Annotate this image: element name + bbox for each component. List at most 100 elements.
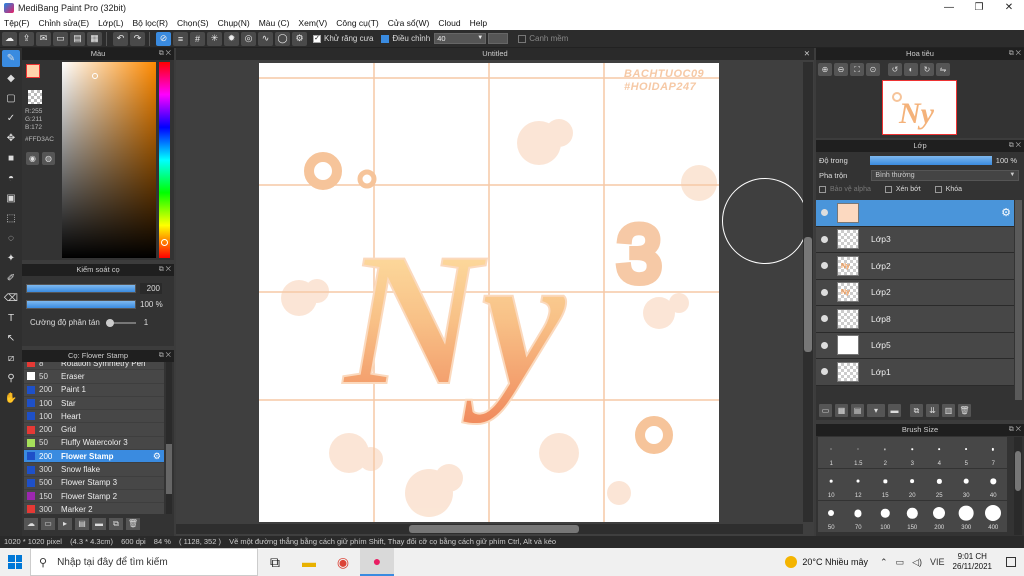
radial-snap-icon[interactable]: ✹ <box>224 31 239 46</box>
layer-list-scrollbar[interactable] <box>1015 200 1022 400</box>
taskbar-search[interactable]: ⚲ Nhập tại đây để tìm kiếm <box>30 548 258 576</box>
scatter-slider-handle[interactable] <box>105 318 114 327</box>
color-wheel-icon[interactable]: ◍ <box>42 152 55 165</box>
brush-size-preset[interactable]: 100 <box>872 501 899 532</box>
layer-row[interactable]: Lớp1 <box>816 359 1014 386</box>
new-halftone-layer-icon[interactable]: ▦ <box>835 404 848 417</box>
brush-list-item[interactable]: 300 Snow flake <box>24 463 164 477</box>
share-icon[interactable]: ⇪ <box>19 31 34 46</box>
layer-row[interactable]: Lớp5 <box>816 332 1014 359</box>
brush-list-scrollbar[interactable] <box>166 362 172 514</box>
fill-shape-tool-icon[interactable]: ■ <box>2 150 20 167</box>
selection-tool-icon[interactable]: ⬚ <box>2 210 20 227</box>
gear-icon[interactable]: ⚙ <box>1001 206 1011 219</box>
eyedropper-tool-icon[interactable]: ⚲ <box>2 370 20 387</box>
dot-tool-icon[interactable]: ✓ <box>2 110 20 127</box>
settings-icon[interactable]: ⚙ <box>292 31 307 46</box>
rotate-left-icon[interactable]: ↺ <box>888 63 902 76</box>
scrollbar-thumb[interactable] <box>409 525 579 533</box>
notification-icon[interactable] <box>1006 557 1016 567</box>
actual-size-icon[interactable]: ⊙ <box>866 63 880 76</box>
brush-size-preset[interactable]: 15 <box>872 469 899 500</box>
brush-size-preset[interactable]: 150 <box>899 501 926 532</box>
color-picker-cursor[interactable] <box>92 73 98 79</box>
menu-help[interactable]: Help <box>470 18 487 28</box>
layer-row[interactable]: Lớp8 <box>816 306 1014 333</box>
menu-file[interactable]: Tệp(F) <box>4 18 30 28</box>
layer-row[interactable]: Ny Lớp2 <box>816 253 1014 280</box>
file-explorer-icon[interactable]: ▬ <box>292 548 326 576</box>
panel-options-icon[interactable]: ⧉ ✕ <box>1009 48 1021 60</box>
brush-size-preset[interactable]: 10 <box>818 469 845 500</box>
layer-row[interactable]: Lớp3 <box>816 226 1014 253</box>
vanishing-point-icon[interactable]: ✳ <box>207 31 222 46</box>
delete-layer-icon[interactable]: 🗑 <box>958 404 971 417</box>
rotate-right-icon[interactable]: ↻ <box>920 63 934 76</box>
menu-tools[interactable]: Công cụ(T) <box>336 18 379 28</box>
cloud-icon[interactable]: ☁ <box>2 31 17 46</box>
hand-tool-icon[interactable]: ✋ <box>2 390 20 407</box>
menu-view[interactable]: Xem(V) <box>298 18 327 28</box>
brush-size-scrollbar[interactable] <box>1014 437 1022 535</box>
saturation-value-picker[interactable] <box>62 62 156 258</box>
brush-list-item[interactable]: 150 Flower Stamp 2 <box>24 489 164 504</box>
select-eraser-tool-icon[interactable]: ⌫ <box>2 290 20 307</box>
network-icon[interactable]: ▭ <box>896 557 905 568</box>
bucket-tool-icon[interactable]: ◓ <box>2 170 20 187</box>
brush-size-preset[interactable]: 30 <box>953 469 980 500</box>
protect-alpha-checkbox[interactable]: Bảo vệ alpha <box>819 186 871 193</box>
weather-widget[interactable]: 20°C Nhiều mây <box>785 556 868 568</box>
new-layer-icon[interactable]: ▭ <box>819 404 832 417</box>
brush-size-preset[interactable]: 40 <box>980 469 1007 500</box>
brush-size-slider[interactable] <box>26 283 136 293</box>
scrollbar-thumb[interactable] <box>804 237 812 352</box>
zoom-out-icon[interactable]: ⊖ <box>834 63 848 76</box>
navigator-thumbnail[interactable]: Ny <box>882 80 957 135</box>
brush-opacity-slider[interactable] <box>26 299 136 309</box>
maximize-button[interactable]: ❐ <box>964 0 994 16</box>
brush-size-preset[interactable]: 4 <box>926 437 953 468</box>
rotate-reset-icon[interactable]: ◐ <box>904 63 918 76</box>
flip-icon[interactable]: ⇋ <box>936 63 950 76</box>
brush-size-preset[interactable]: 12 <box>845 469 872 500</box>
drawing-canvas[interactable]: 3 Ny BACHTUOC09 #HOIDAP247 <box>259 63 719 522</box>
add-layer-menu-icon[interactable]: ▾ <box>867 404 885 417</box>
canvas-vertical-scrollbar[interactable] <box>803 62 813 522</box>
duplicate-layer-icon[interactable]: ⧉ <box>910 404 923 417</box>
visibility-eye-icon[interactable] <box>821 368 828 376</box>
panel-options-icon[interactable]: ⧉ ✕ <box>1009 140 1021 152</box>
layer-opacity-slider[interactable] <box>869 155 992 165</box>
brush-size-preset[interactable]: 400 <box>980 501 1007 532</box>
folder-icon[interactable]: ▬ <box>92 518 106 530</box>
brush-list-item[interactable]: 100 Heart <box>24 410 164 424</box>
correction-extra-field[interactable] <box>488 33 509 44</box>
move-tool-icon[interactable]: ✥ <box>2 130 20 147</box>
new-brush-icon[interactable]: ▭ <box>41 518 55 530</box>
palette-icon[interactable]: ◉ <box>26 152 39 165</box>
panel-options-icon[interactable]: ⧉ ✕ <box>159 48 171 60</box>
redo-icon[interactable]: ↷ <box>130 31 145 46</box>
brush-size-preset[interactable]: 25 <box>926 469 953 500</box>
layer-row[interactable]: Ny Lớp2 <box>816 279 1014 306</box>
brush-tool-icon[interactable]: ✎ <box>2 50 20 67</box>
brush-size-preset[interactable]: 1.5 <box>845 437 872 468</box>
brush-list-item[interactable]: 200 Grid <box>24 423 164 437</box>
menu-select[interactable]: Chọn(S) <box>177 18 209 28</box>
layout-icon[interactable]: ▤ <box>70 31 85 46</box>
visibility-eye-icon[interactable] <box>821 262 828 270</box>
brush-list-item[interactable]: 500 Flower Stamp 3 <box>24 476 164 490</box>
brush-size-preset[interactable]: 3 <box>899 437 926 468</box>
hue-slider-handle[interactable] <box>161 239 168 246</box>
close-icon[interactable]: ✕ <box>804 48 810 60</box>
panel-options-icon[interactable]: ⧉ ✕ <box>1009 424 1021 436</box>
gradient-tool-icon[interactable]: ▣ <box>2 190 20 207</box>
divide-tool-icon[interactable]: ⧄ <box>2 350 20 367</box>
snap-off-icon[interactable]: ⊘ <box>156 31 171 46</box>
menu-filter[interactable]: Bộ lọc(R) <box>133 18 168 28</box>
brush-size-preset[interactable]: 5 <box>953 437 980 468</box>
antialias-checkbox[interactable]: ✓ <box>313 34 321 43</box>
brush-settings-icon[interactable]: ▤ <box>75 518 89 530</box>
scatter-slider[interactable] <box>105 318 136 327</box>
delete-icon[interactable]: 🗑 <box>126 518 140 530</box>
circle-snap-icon[interactable]: ◎ <box>241 31 256 46</box>
